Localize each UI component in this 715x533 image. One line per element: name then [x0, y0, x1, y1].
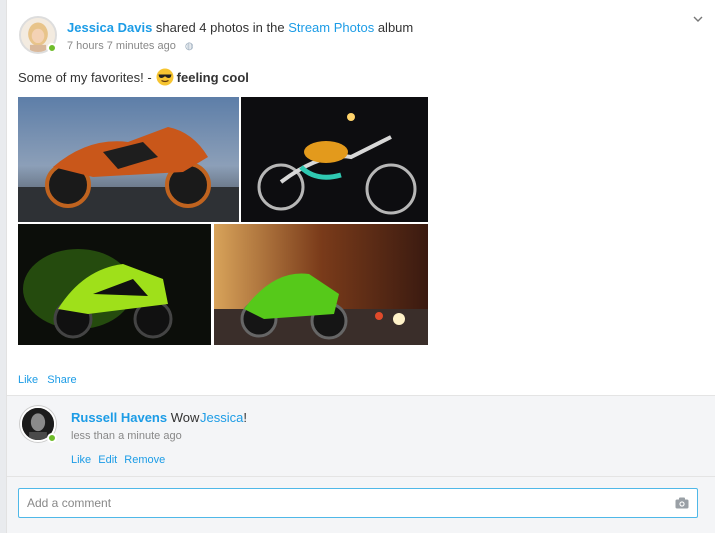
post-meta: 7 hours 7 minutes ago ◍: [67, 40, 194, 52]
post-status: Some of my favorites! - feeling cool: [18, 68, 249, 86]
online-status-dot: [47, 43, 57, 53]
comment-timestamp: less than a minute ago: [71, 430, 182, 442]
post-timestamp[interactable]: 7 hours 7 minutes ago: [67, 40, 176, 52]
photo-chopper[interactable]: [241, 97, 428, 222]
photo-green-ninja[interactable]: [214, 224, 428, 345]
album-suffix: album: [377, 20, 414, 35]
sunglasses-emoji-icon: [156, 68, 174, 86]
post-header: Jessica Davis shared 4 photos in the Str…: [7, 0, 715, 60]
mention-link[interactable]: Jessica: [200, 410, 243, 425]
camera-icon[interactable]: [675, 497, 689, 509]
author-name-link[interactable]: Jessica Davis: [67, 20, 152, 35]
chevron-down-icon[interactable]: [691, 12, 705, 26]
comments-section: Russell Havens Wow Jessica! less than a …: [7, 395, 715, 533]
commenter-name-link[interactable]: Russell Havens: [71, 410, 167, 425]
comment-remove-button[interactable]: Remove: [124, 454, 165, 466]
commenter-online-dot: [47, 433, 57, 443]
comment-suffix: !: [243, 410, 247, 425]
photo-orange-sportbike[interactable]: [18, 97, 239, 222]
comment-input[interactable]: [19, 489, 659, 517]
like-button[interactable]: Like: [18, 374, 38, 386]
post-card: Jessica Davis shared 4 photos in the Str…: [6, 0, 715, 533]
shared-text: shared 4 photos in the: [155, 20, 285, 35]
feeling-label: feeling cool: [176, 69, 249, 85]
photo-grid: [18, 97, 428, 345]
comments-divider: [7, 476, 715, 477]
comment-edit-button[interactable]: Edit: [98, 454, 117, 466]
comment-text: Russell Havens Wow Jessica!: [71, 410, 247, 425]
post-author-line: Jessica Davis shared 4 photos in the Str…: [67, 20, 413, 35]
post-actions: Like Share: [18, 374, 83, 386]
status-text: Some of my favorites! -: [18, 69, 152, 85]
comment-actions: Like Edit Remove: [71, 454, 169, 466]
album-link[interactable]: Stream Photos: [288, 20, 374, 35]
comment-body: Wow: [170, 410, 200, 425]
share-button[interactable]: Share: [47, 374, 76, 386]
privacy-globe-icon[interactable]: ◍: [185, 41, 194, 52]
comment-like-button[interactable]: Like: [71, 454, 91, 466]
photo-green-racer[interactable]: [18, 224, 211, 345]
comment-box: [18, 488, 698, 518]
